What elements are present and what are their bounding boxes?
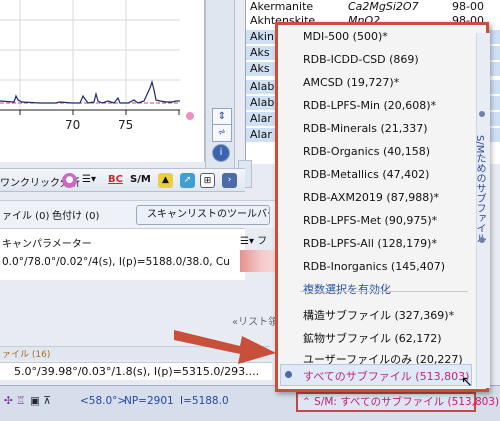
menu-item-all-subfiles[interactable]: すべてのサブファイル (513,803) [303, 368, 469, 384]
marker-dot-icon [186, 112, 194, 120]
display-icon[interactable]: ▣ ⊼ [30, 395, 51, 407]
menu-divider [300, 291, 468, 292]
intensity-readout: I=5188.0 [180, 395, 229, 407]
menu-item[interactable]: RDB-Organics (40,158) [303, 145, 430, 158]
menu-item[interactable]: 鉱物サブファイル (62,172) [303, 330, 442, 346]
x-tick-label: 70 [65, 118, 81, 132]
chart-icon[interactable]: ▲ [158, 173, 173, 188]
param-header: キャンパラメーター [2, 239, 92, 250]
vertical-toolstrip: ⇕ ⩫ i [205, 0, 235, 170]
chevron-up-icon: ⌃ [302, 396, 311, 408]
param-value[interactable]: 0.0°/78.0°/0.02°/4(s), I(p)=5188.0/38.0,… [2, 256, 230, 268]
np-readout: NP=2901 [124, 395, 174, 407]
subfile-selector[interactable]: ⌃ S/M: すべてのサブファイル (513,803) [296, 392, 499, 412]
menu-item[interactable]: RDB-LPFS-Min (20,608)* [303, 99, 436, 112]
database-menu[interactable]: MDI-500 (500)* RDB-ICDD-CSD (869) AMCSD … [275, 22, 490, 392]
pattern-series-line [0, 79, 180, 104]
menu-item[interactable]: RDB-AXM2019 (87,988)* [303, 191, 439, 204]
pointer-arrow-icon [174, 330, 276, 364]
info-icon[interactable]: i [212, 144, 230, 162]
menu-item[interactable]: AMCSD (19,727)* [303, 76, 399, 89]
menu-item[interactable]: 構造サブファイル (327,369)* [303, 307, 454, 323]
angle-readout: <58.0°> [80, 395, 127, 407]
menu-item[interactable]: RDB-Metallics (47,402) [303, 168, 429, 181]
tab-files[interactable]: ァイル (0) [2, 207, 49, 222]
bullet-icon [479, 111, 485, 117]
bc-button[interactable]: BC [108, 174, 123, 185]
tab-color[interactable]: 色付け (0) [52, 207, 99, 222]
grid-icon[interactable]: ⊞ [200, 173, 215, 188]
menu-item[interactable]: RDB-ICDD-CSD (869) [303, 53, 419, 66]
multi-select-toggle[interactable]: 複数選択を有効化 [303, 281, 391, 297]
tab-bar: ァイル (0) 色付け (0) スキャンリストのツールバー: [0, 200, 275, 228]
scanlist-toolbar-button[interactable]: スキャンリストのツールバー: [136, 205, 270, 225]
subfile-selector-label: S/M: すべてのサブファイル (513,803) [314, 396, 500, 408]
sm-button[interactable]: S/M [130, 174, 151, 185]
next-icon[interactable]: › [222, 173, 237, 188]
menu-item[interactable]: RDB-LPFS-Met (90,975)* [303, 214, 437, 227]
column-header-label: フ [257, 236, 268, 247]
pattern-plot [0, 0, 180, 115]
scan-parameters: キャンパラメーター 0.0°/78.0°/0.02°/4(s), I(p)=51… [0, 228, 245, 280]
menu-item[interactable]: MDI-500 (500)* [303, 30, 388, 43]
tools-icon[interactable]: ✣ ♖ [4, 395, 26, 407]
menu-icon[interactable]: ☰▾ [82, 174, 96, 185]
highlight-strip [240, 250, 276, 272]
xrd-pattern-chart[interactable]: 70 75 [0, 0, 205, 162]
menu-side-label: S/Mためのサブファイル [474, 135, 485, 244]
peak-icon[interactable]: ⩫ [212, 124, 232, 142]
radio-selected-icon [285, 371, 292, 378]
analysis-toolbar: ワンクリック分析 ● ☰▾ BC S/M ▲ ➚ ⊞ › [0, 168, 245, 192]
menu-item[interactable]: RDB-LPFS-All (128,179)* [303, 237, 437, 250]
column-header[interactable]: ☰▾ フ [240, 232, 276, 248]
menu-item[interactable]: RDB-Inorganics (145,407) [303, 260, 445, 273]
navigate-icon[interactable]: ➚ [180, 173, 195, 188]
x-tick-label: 75 [118, 118, 134, 132]
menu-item[interactable]: RDB-Minerals (21,337) [303, 122, 428, 135]
bullet-icon [479, 237, 485, 243]
list-item[interactable]: Akermanite Ca2MgSi2O7 98-00 [246, 0, 500, 14]
mouse-cursor-icon: ↖ [461, 374, 473, 390]
color-icon[interactable]: ● [62, 173, 77, 188]
